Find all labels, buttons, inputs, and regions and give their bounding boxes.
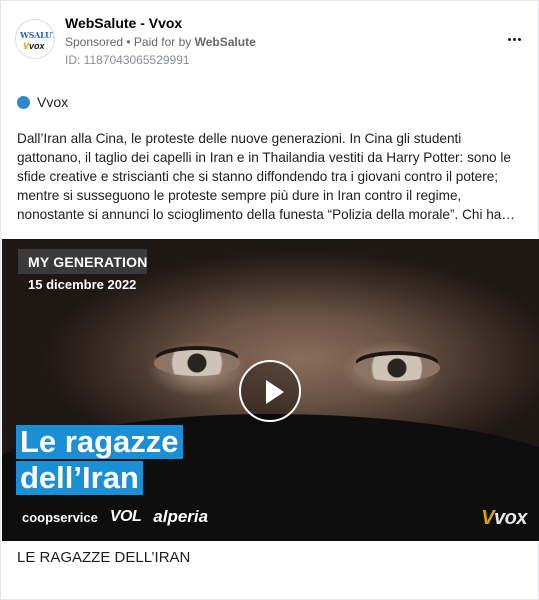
platform-label: Vvox bbox=[37, 94, 69, 110]
sponsored-label: Sponsored bbox=[65, 35, 124, 49]
avatar[interactable]: WSALUTE Vvox bbox=[15, 19, 55, 59]
sponsor-coopservice-logo: coopservice bbox=[22, 509, 98, 525]
play-icon[interactable] bbox=[239, 360, 301, 422]
body-line: mentre si susseguono le proteste sempre … bbox=[17, 188, 462, 203]
body-line: gattonano, il taglio dei capelli in Iran… bbox=[17, 150, 511, 165]
link-title[interactable]: LE RAGAZZE DELL’IRAN bbox=[17, 549, 190, 566]
avatar-logo-bottom: Vvox bbox=[23, 41, 45, 51]
paid-prefix: • Paid for by bbox=[123, 35, 195, 49]
eye-image-right bbox=[354, 355, 440, 381]
video-thumbnail[interactable]: MY GENERATION 15 dicembre 2022 Le ragazz… bbox=[2, 239, 539, 541]
paid-by-name[interactable]: WebSalute bbox=[195, 35, 256, 49]
ad-card: WSALUTE Vvox WebSalute - Vvox Sponsored … bbox=[0, 0, 539, 600]
episode-date: 15 dicembre 2022 bbox=[28, 277, 137, 292]
video-title: Le ragazze dell’Iran bbox=[16, 425, 183, 495]
sponsor-vol-logo: VOL bbox=[109, 508, 142, 525]
body-line: Dall’Iran alla Cina, le proteste delle n… bbox=[17, 131, 462, 146]
video-title-line-2: dell’Iran bbox=[16, 461, 143, 495]
body-line: sfide creative e striscianti che si stan… bbox=[17, 169, 499, 184]
ad-id: ID: 1187043065529991 bbox=[65, 53, 190, 67]
vvox-logo: Vvox bbox=[481, 507, 527, 529]
avatar-logo-top: WSALUTE bbox=[20, 30, 54, 40]
ad-body-text: Dall’Iran alla Cina, le proteste delle n… bbox=[17, 129, 529, 224]
sponsor-logos: coopservice VOL alperia bbox=[22, 505, 208, 529]
platform-row: Vvox bbox=[17, 93, 68, 111]
video-title-line-1: Le ragazze bbox=[16, 425, 183, 459]
sponsor-alperia-logo: alperia bbox=[153, 507, 209, 526]
post-header: WSALUTE Vvox WebSalute - Vvox Sponsored … bbox=[15, 11, 526, 73]
platform-dot-icon bbox=[17, 95, 30, 109]
series-title: MY GENERATION bbox=[28, 254, 148, 270]
sponsored-line: Sponsored • Paid for by WebSalute bbox=[65, 35, 256, 49]
body-line[interactable]: nonostante si annunci lo scioglimento de… bbox=[17, 205, 529, 224]
eye-image-left bbox=[154, 350, 240, 376]
more-options-icon[interactable] bbox=[504, 29, 524, 49]
page-name[interactable]: WebSalute - Vvox bbox=[65, 15, 182, 31]
